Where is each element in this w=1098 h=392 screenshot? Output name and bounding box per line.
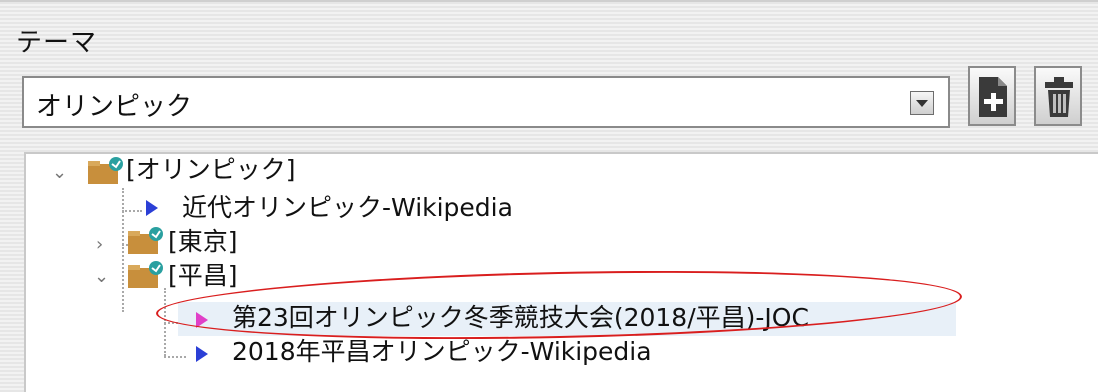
tree-node-label: 2018年平昌オリンピック-Wikipedia [232,337,652,366]
folder-icon [88,157,123,184]
theme-label: テーマ [16,28,98,58]
theme-select[interactable]: オリンピック [22,76,950,128]
tree-node-label: [東京] [168,227,238,256]
new-theme-button[interactable] [968,66,1016,126]
folder-icon [128,261,163,288]
tree-node-label: [平昌] [168,261,238,290]
tree-connector [164,356,186,358]
theme-select-value: オリンピック [36,92,193,122]
folder-icon [128,227,163,254]
trash-icon [1045,77,1073,117]
tree-connector [122,210,142,212]
dropdown-arrow-icon[interactable] [910,91,934,115]
new-document-plus-icon [979,77,1007,117]
link-arrow-icon [146,200,158,216]
tree-connector [122,188,124,312]
delete-theme-button[interactable] [1034,66,1082,126]
link-arrow-icon [196,346,208,362]
tree-node-label: 近代オリンピック-Wikipedia [182,193,513,222]
tree-node-label: [オリンピック] [126,155,296,184]
expand-chevron-icon[interactable]: › [96,236,103,254]
collapse-chevron-icon[interactable]: ⌄ [52,164,67,182]
collapse-chevron-icon[interactable]: ⌄ [94,268,109,286]
